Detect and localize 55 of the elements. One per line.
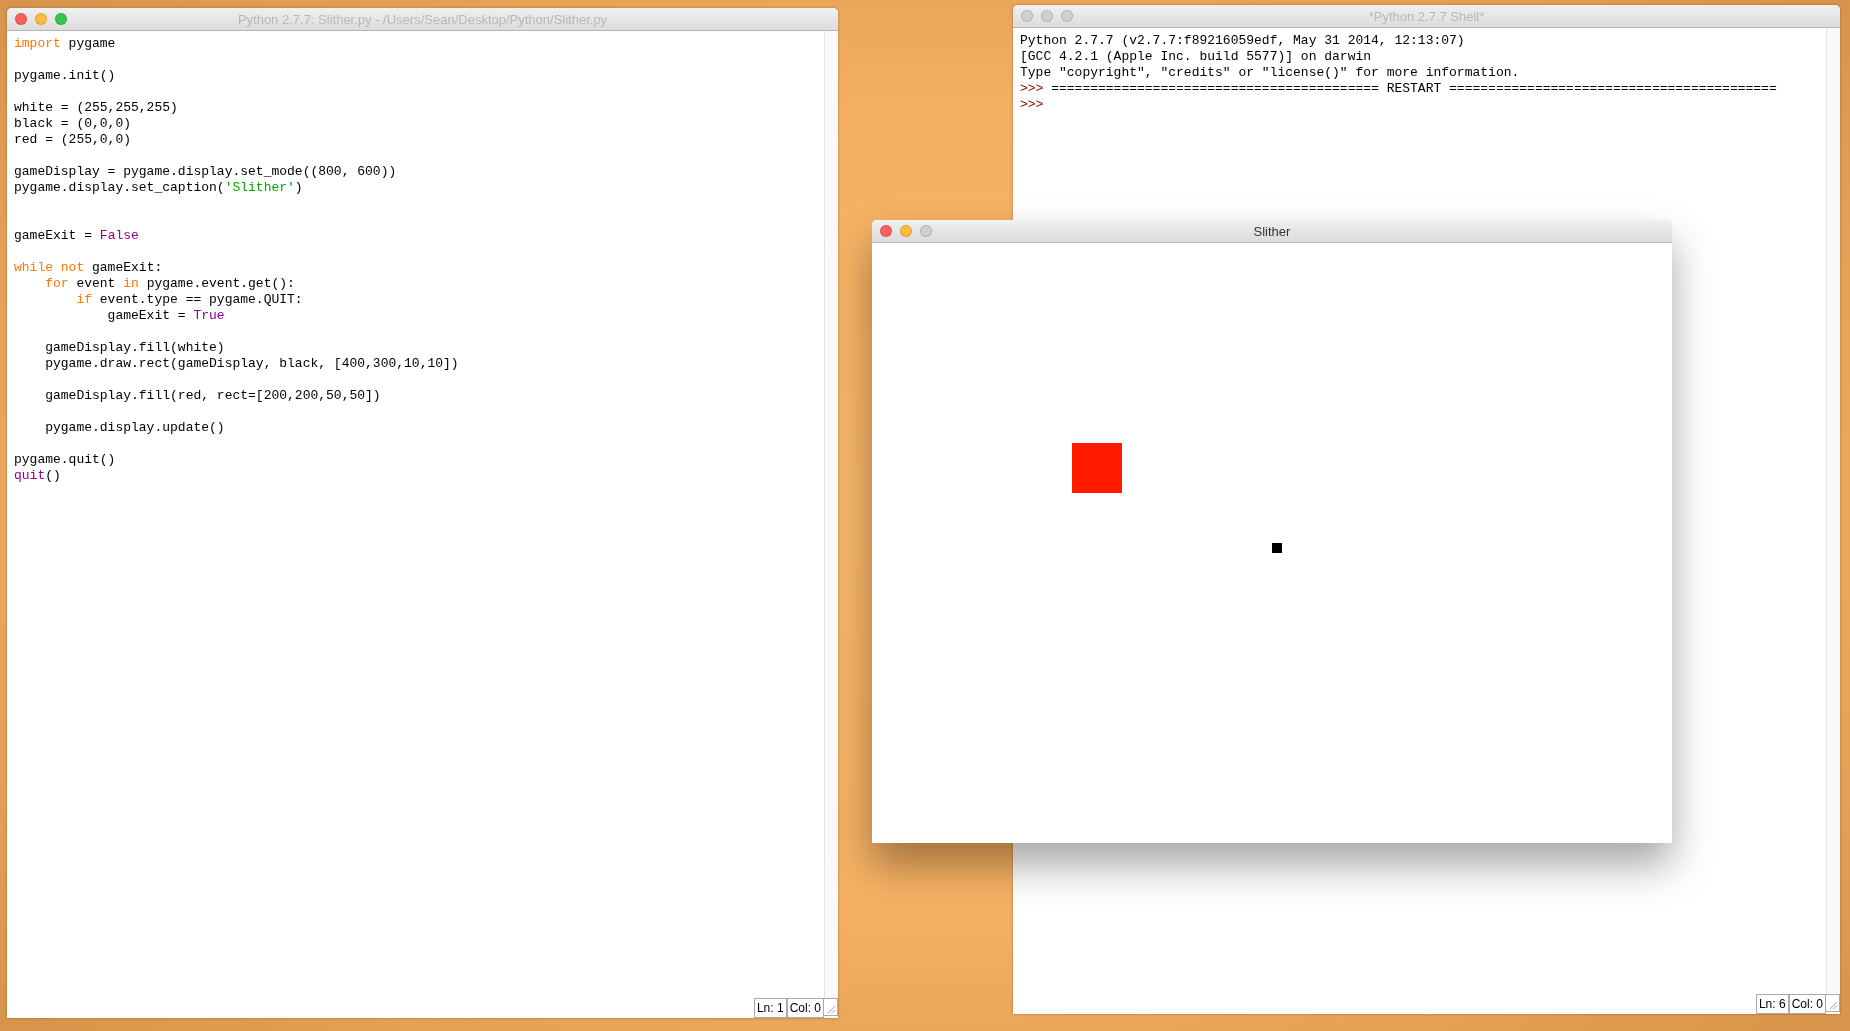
target-square: [1072, 443, 1122, 493]
scrollbar-track[interactable]: [824, 31, 838, 998]
column-status: Col: 0: [786, 998, 824, 1018]
code-text: gameExit =: [106, 308, 187, 324]
code-text: for: [44, 276, 69, 292]
resize-grip-icon[interactable]: [824, 998, 838, 1016]
line-number-status: Ln: 1: [753, 998, 787, 1018]
code-text: quit: [14, 468, 46, 484]
snake-block: [1272, 543, 1282, 553]
code-text: pygame.display.update(): [44, 420, 225, 436]
code-text: while not: [14, 260, 85, 276]
resize-grip-icon[interactable]: [1826, 994, 1840, 1012]
zoom-button[interactable]: [920, 225, 932, 237]
code-text: event: [75, 276, 117, 292]
code-text: white = (255,255,255): [14, 100, 178, 116]
code-text: red = (255,0,0): [14, 132, 132, 148]
close-button[interactable]: [880, 225, 892, 237]
code-text: False: [99, 228, 139, 244]
code-text: pygame.draw.rect(gameDisplay, black, [400,300,10,10]): [44, 356, 459, 372]
prompt-text: >>>: [1020, 81, 1044, 97]
column-status: Col: 0: [1788, 994, 1826, 1014]
zoom-button[interactable]: [1061, 10, 1073, 22]
code-text: True: [193, 308, 225, 324]
code-text: pygame.quit(): [14, 452, 116, 468]
code-text: in: [123, 276, 139, 292]
code-text: gameDisplay.fill(red, rect=[200,200,50,50]): [44, 388, 381, 404]
zoom-button[interactable]: [55, 13, 67, 25]
minimize-button[interactable]: [1041, 10, 1053, 22]
code-text: import: [14, 36, 61, 52]
code-text: ): [294, 180, 303, 196]
code-text: event.type == pygame.QUIT:: [98, 292, 303, 308]
code-text: ========================================== RESTART ==========================================: [1050, 81, 1777, 97]
code-text: pygame.display.set_caption(: [14, 180, 225, 196]
close-button[interactable]: [1021, 10, 1033, 22]
minimize-button[interactable]: [35, 13, 47, 25]
scrollbar-track[interactable]: [1826, 28, 1840, 994]
code-text: pygame.init(): [14, 68, 116, 84]
code-text: pygame: [67, 36, 116, 52]
code-text: pygame.event.get():: [145, 276, 295, 292]
code-text: 'Slither': [224, 180, 295, 196]
code-text: gameExit =: [14, 228, 93, 244]
code-text: gameDisplay = pygame.display.set_mode((800, 600)): [14, 164, 397, 180]
code-text: gameExit:: [91, 260, 163, 276]
code-text: gameDisplay.fill(white): [44, 340, 225, 356]
prompt-text: >>>: [1020, 97, 1044, 113]
code-text: Type "copyright", "credits" or "license()" for more information.: [1020, 65, 1520, 81]
code-text: [GCC 4.2.1 (Apple Inc. build 5577)] on darwin: [1020, 49, 1372, 65]
minimize-button[interactable]: [900, 225, 912, 237]
code-text: black = (0,0,0): [14, 116, 132, 132]
window-title: Slither: [1253, 223, 1291, 239]
code-text: if: [75, 292, 92, 308]
line-number-status: Ln: 6: [1755, 994, 1789, 1014]
code-text: (): [45, 468, 61, 484]
close-button[interactable]: [15, 13, 27, 25]
code-text: Python 2.7.7 (v2.7.7:f89216059edf, May 31 2014, 12:13:07): [1020, 33, 1465, 49]
